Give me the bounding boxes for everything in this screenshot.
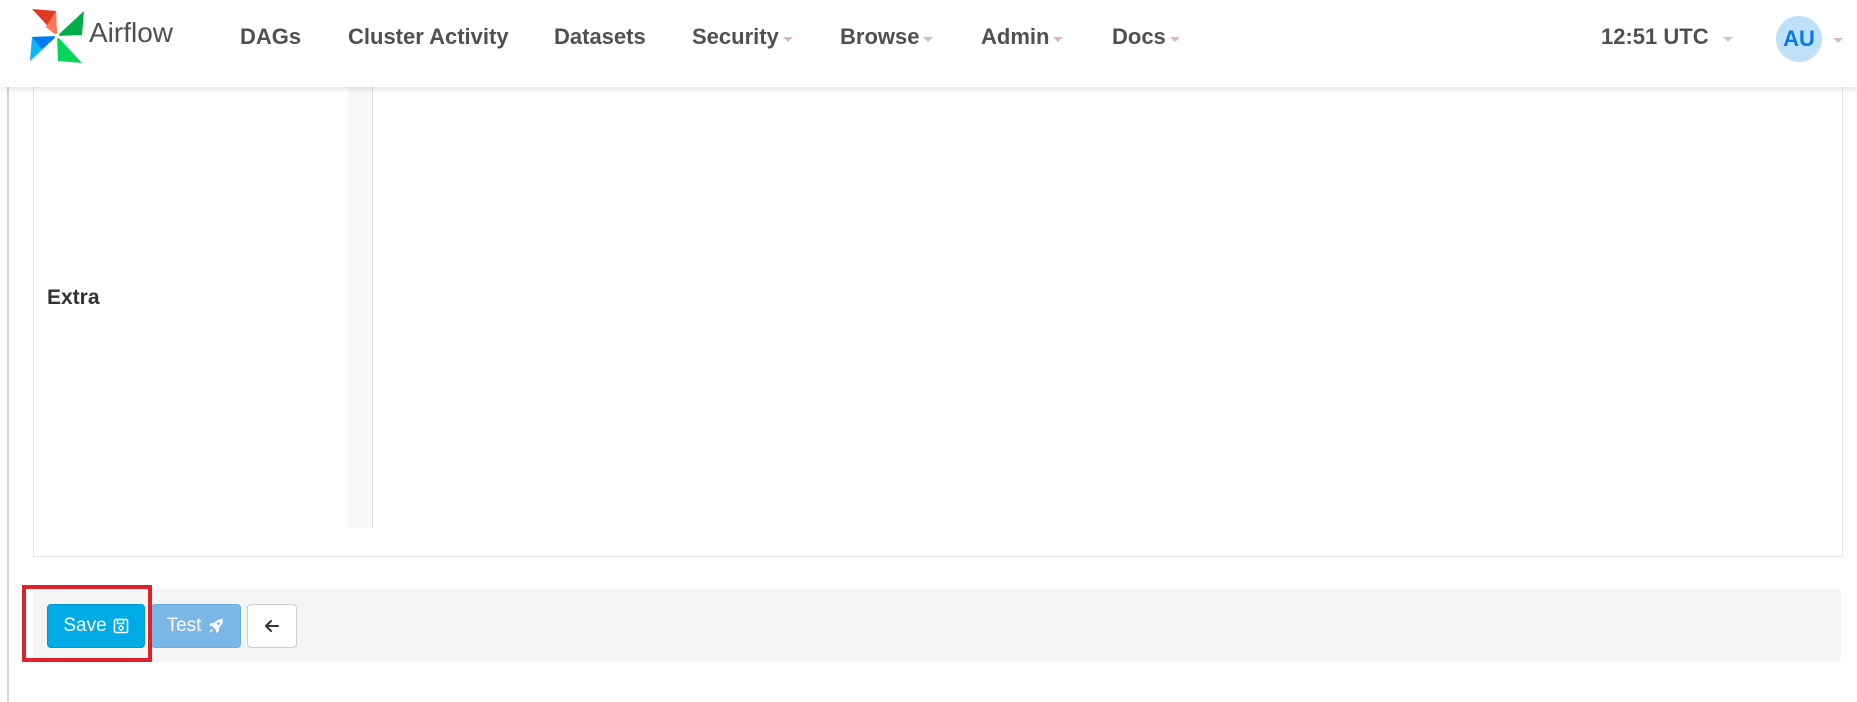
clock-label: 12:51 UTC	[1601, 24, 1709, 49]
save-button-label: Save	[63, 615, 107, 636]
extra-field-label: Extra	[47, 286, 100, 309]
chevron-down-icon	[1053, 36, 1064, 42]
nav-dags[interactable]: DAGs	[240, 24, 301, 50]
nav-docs[interactable]: Docs	[1112, 24, 1180, 50]
brand-link[interactable]: Airflow	[28, 7, 173, 65]
chevron-down-icon	[923, 36, 934, 42]
nav-datasets-label: Datasets	[554, 24, 646, 49]
user-initials: AU	[1783, 26, 1815, 51]
nav-cluster-activity[interactable]: Cluster Activity	[348, 24, 509, 50]
code-editor-gutter	[348, 87, 373, 528]
extra-code-editor[interactable]	[373, 87, 1839, 528]
pinwheel-logo-icon	[30, 9, 84, 63]
page-left-border	[7, 87, 9, 702]
rocket-icon	[209, 619, 224, 633]
nav-browse[interactable]: Browse	[840, 24, 934, 50]
floppy-disk-icon	[113, 618, 128, 634]
chevron-down-icon[interactable]	[1833, 38, 1843, 43]
nav-docs-label: Docs	[1112, 24, 1166, 49]
nav-datasets[interactable]: Datasets	[554, 24, 646, 50]
nav-security-label: Security	[692, 24, 779, 49]
nav-dags-label: DAGs	[240, 24, 302, 49]
back-button[interactable]	[247, 604, 297, 648]
user-avatar[interactable]: AU	[1776, 16, 1822, 62]
top-navbar: Airflow DAGs Cluster Activity Datasets S…	[0, 0, 1857, 87]
brand-name: Airflow	[89, 17, 174, 48]
nav-browse-label: Browse	[840, 24, 920, 49]
chevron-down-icon	[782, 36, 793, 42]
nav-security[interactable]: Security	[692, 24, 793, 50]
nav-cluster-activity-label: Cluster Activity	[348, 24, 509, 49]
test-button-label: Test	[166, 615, 202, 636]
save-button[interactable]: Save	[47, 604, 145, 648]
arrow-left-icon	[265, 620, 279, 632]
nav-admin-label: Admin	[981, 24, 1050, 49]
test-button[interactable]: Test	[151, 604, 241, 648]
nav-admin[interactable]: Admin	[981, 24, 1064, 50]
form-actions-bar	[33, 589, 1841, 662]
chevron-down-icon	[1722, 36, 1733, 42]
chevron-down-icon	[1169, 36, 1180, 42]
timezone-clock[interactable]: 12:51 UTC	[1601, 24, 1733, 50]
